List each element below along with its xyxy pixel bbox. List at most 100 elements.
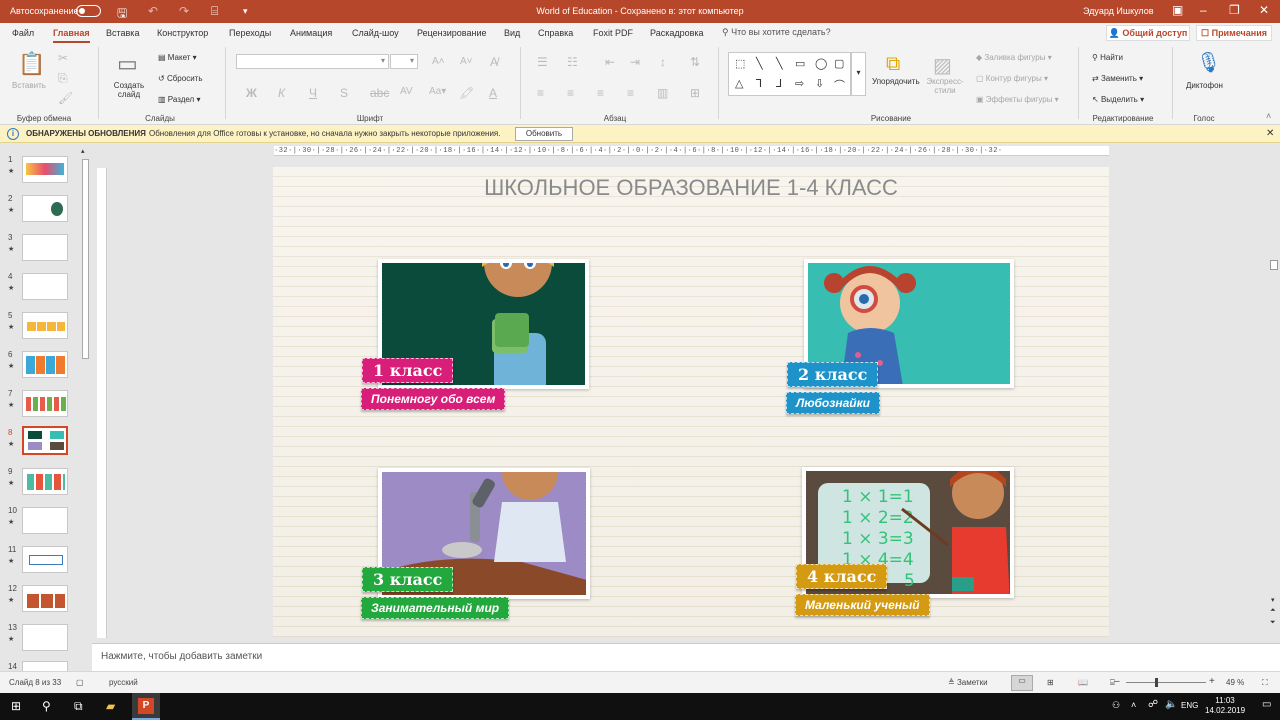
- bold-icon[interactable]: Ж: [246, 86, 257, 100]
- layout-button[interactable]: ▤ Макет ▾: [158, 53, 197, 62]
- scroll-down-icon[interactable]: ▾: [1271, 596, 1275, 604]
- section-button[interactable]: ▥ Раздел ▾: [158, 95, 200, 104]
- decrease-font-icon[interactable]: A˅: [460, 56, 473, 67]
- tell-me-input[interactable]: ⚲ Что вы хотите сделать?: [722, 27, 831, 38]
- zoom-level[interactable]: 49 %: [1226, 678, 1244, 687]
- tab-animations[interactable]: Анимация: [290, 28, 332, 38]
- justify-icon[interactable]: ≡: [627, 86, 634, 100]
- slide-thumbnail[interactable]: [22, 507, 68, 534]
- vertical-ruler[interactable]: [97, 168, 107, 638]
- tab-review[interactable]: Рецензирование: [417, 28, 487, 38]
- arrange-button[interactable]: Упорядочить: [872, 77, 920, 86]
- thumbnails-scrollbar[interactable]: ▴: [81, 147, 90, 669]
- shadow-icon[interactable]: S: [340, 86, 348, 100]
- collapse-ribbon-icon[interactable]: ˄: [1266, 111, 1271, 121]
- arrow-down-shape-icon[interactable]: ⇩: [815, 77, 824, 90]
- replace-button[interactable]: ⇄ Заменить ▾: [1092, 74, 1143, 83]
- curve-shape-icon[interactable]: ⌒: [834, 77, 845, 93]
- tab-help[interactable]: Справка: [538, 28, 573, 38]
- reading-view-icon[interactable]: 📖: [1078, 678, 1088, 687]
- chevron-down-icon[interactable]: ▾: [381, 56, 385, 65]
- case-icon[interactable]: Aa▾: [429, 86, 446, 97]
- font-color-icon[interactable]: A: [489, 86, 497, 100]
- card-2-subtitle[interactable]: Любознайки: [786, 392, 881, 414]
- zoom-out-icon[interactable]: –: [1114, 676, 1120, 687]
- decrease-indent-icon[interactable]: ⇤: [605, 55, 615, 69]
- input-language[interactable]: ENG: [1181, 701, 1198, 710]
- card-3-subtitle[interactable]: Занимательный мир: [361, 597, 510, 619]
- slide-thumbnail-selected[interactable]: [22, 426, 68, 455]
- align-right-icon[interactable]: ≡: [597, 86, 604, 100]
- cut-icon[interactable]: ✂: [58, 51, 68, 65]
- notes-toggle-button[interactable]: ≜ Заметки: [948, 678, 988, 687]
- close-icon[interactable]: ✕: [1259, 3, 1269, 17]
- ribbon-display-icon[interactable]: ▣: [1172, 3, 1183, 17]
- tab-storyboard[interactable]: Раскадровка: [650, 28, 704, 38]
- scrollbar-thumb[interactable]: [1270, 260, 1278, 270]
- triangle-shape-icon[interactable]: △: [735, 77, 743, 90]
- restore-icon[interactable]: ❐: [1229, 3, 1240, 17]
- columns-icon[interactable]: ▥: [657, 86, 668, 100]
- microphone-icon[interactable]: 🎙: [1196, 50, 1221, 75]
- slide-thumbnail[interactable]: [22, 234, 68, 261]
- quick-styles-button[interactable]: Экспресс-стили: [924, 77, 966, 95]
- slide-canvas[interactable]: ШКОЛЬНОЕ ОБРАЗОВАНИЕ 1-4 КЛАСС 1 класс П…: [273, 167, 1109, 637]
- search-icon[interactable]: ⚲: [42, 699, 51, 713]
- minimize-icon[interactable]: –: [1200, 3, 1207, 17]
- copy-icon[interactable]: ⎘: [58, 71, 68, 86]
- strikethrough-icon[interactable]: abc: [370, 86, 389, 100]
- powerpoint-app[interactable]: P: [132, 693, 160, 720]
- normal-view-icon[interactable]: ▭: [1011, 675, 1033, 691]
- tray-chevron-icon[interactable]: ˄: [1131, 700, 1136, 710]
- network-icon[interactable]: ☍: [1148, 699, 1158, 710]
- tab-foxit[interactable]: Foxit PDF: [593, 28, 633, 38]
- numbering-icon[interactable]: ☷: [567, 55, 578, 69]
- shapes-more-icon[interactable]: ▾: [851, 52, 866, 96]
- slide-thumbnail[interactable]: [22, 546, 68, 573]
- align-center-icon[interactable]: ≡: [567, 86, 574, 100]
- select-button[interactable]: ↖ Выделить ▾: [1092, 95, 1144, 104]
- slide-thumbnail[interactable]: [22, 624, 68, 651]
- highlight-icon[interactable]: 🖍: [459, 86, 474, 100]
- arrow-right-shape-icon[interactable]: ⇨: [795, 77, 804, 90]
- increase-indent-icon[interactable]: ⇥: [630, 55, 640, 69]
- card-4-grade-label[interactable]: 4 класс: [796, 564, 888, 589]
- accessibility-icon[interactable]: ▢: [76, 678, 84, 687]
- connector-shape-icon[interactable]: ⅂: [756, 77, 762, 90]
- editor-scrollbar[interactable]: ▾ ⏶ ⏷: [1268, 146, 1280, 634]
- slide-thumbnail[interactable]: [22, 351, 68, 378]
- zoom-in-icon[interactable]: +: [1209, 676, 1215, 687]
- paste-button[interactable]: Вставить: [12, 81, 46, 90]
- slide-thumbnail[interactable]: [22, 312, 68, 339]
- find-button[interactable]: ⚲ Найти: [1092, 53, 1123, 62]
- line-shape-icon[interactable]: ╲: [776, 57, 783, 70]
- spacing-icon[interactable]: AV: [400, 86, 413, 97]
- card-3-grade-label[interactable]: 3 класс: [362, 567, 454, 592]
- scrollbar-thumb[interactable]: [82, 159, 89, 359]
- horizontal-ruler[interactable]: ·32·|·30·|·28·|·26·|·24·|·22·|·20·|·18·|…: [274, 146, 1109, 156]
- slide-thumbnail[interactable]: [22, 156, 68, 183]
- slide-title[interactable]: ШКОЛЬНОЕ ОБРАЗОВАНИЕ 1-4 КЛАСС: [273, 175, 1109, 201]
- user-name[interactable]: Эдуард Ишкулов: [1083, 6, 1154, 16]
- share-button[interactable]: 👤 Общий доступ: [1106, 25, 1190, 41]
- slide-thumbnail[interactable]: [22, 468, 68, 495]
- card-1-subtitle[interactable]: Понемногу обо всем: [361, 388, 506, 410]
- people-icon[interactable]: ⚇: [1112, 700, 1120, 711]
- volume-icon[interactable]: 🔈: [1165, 699, 1177, 710]
- slide-sorter-icon[interactable]: ⊞: [1047, 678, 1054, 687]
- tab-home[interactable]: Главная: [53, 28, 90, 43]
- textbox-shape-icon[interactable]: ⬚: [735, 57, 745, 70]
- tab-view[interactable]: Вид: [504, 28, 520, 38]
- update-button[interactable]: Обновить: [515, 127, 573, 141]
- line-shape-icon[interactable]: ╲: [756, 57, 763, 70]
- fit-to-window-icon[interactable]: ⛶: [1262, 678, 1268, 688]
- zoom-slider[interactable]: [1126, 678, 1206, 687]
- underline-icon[interactable]: Ч: [309, 86, 317, 100]
- notifications-icon[interactable]: ▭: [1262, 699, 1271, 710]
- previous-slide-icon[interactable]: ⏶: [1270, 607, 1276, 615]
- slide-thumbnail[interactable]: [22, 585, 68, 612]
- close-icon[interactable]: ✕: [1266, 128, 1274, 139]
- font-name-input[interactable]: ▾: [236, 54, 389, 69]
- chevron-down-icon[interactable]: ▾: [410, 56, 414, 65]
- tab-transitions[interactable]: Переходы: [229, 28, 271, 38]
